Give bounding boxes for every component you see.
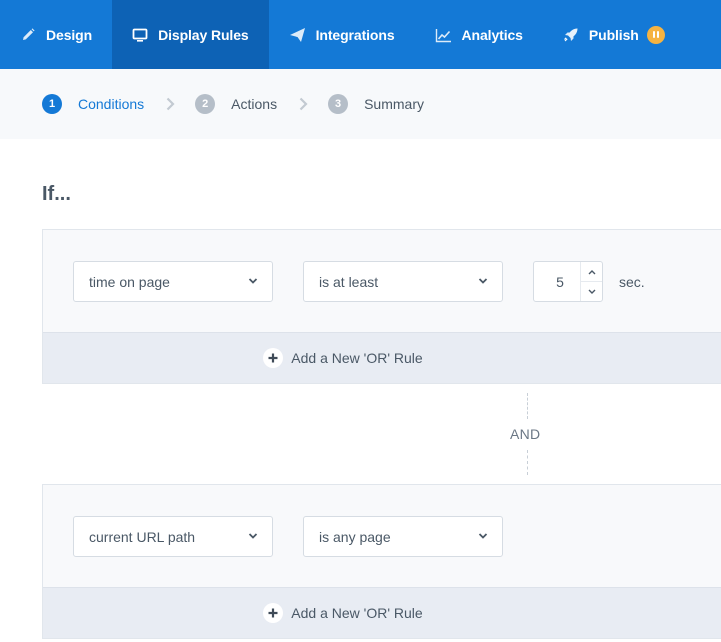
plus-icon — [263, 348, 284, 368]
nav-tab-publish[interactable]: Publish — [543, 0, 685, 69]
rocket-icon — [563, 28, 578, 41]
step-number: 2 — [195, 94, 216, 114]
number-value[interactable]: 5 — [534, 262, 580, 301]
line-chart-icon — [435, 28, 451, 42]
select-value: time on page — [89, 273, 170, 290]
nav-tab-label: Design — [46, 26, 93, 43]
add-or-rule-button[interactable]: Add a New 'OR' Rule — [43, 332, 721, 383]
step-label: Conditions — [78, 96, 145, 112]
monitor-icon — [132, 28, 148, 42]
add-or-rule-label: Add a New 'OR' Rule — [291, 350, 423, 366]
nav-tab-design[interactable]: Design — [0, 0, 112, 69]
nav-tab-analytics[interactable]: Analytics — [415, 0, 543, 69]
chevron-right-icon — [166, 97, 175, 111]
nav-tab-integrations[interactable]: Integrations — [269, 0, 415, 69]
step-summary[interactable]: 3 Summary — [328, 94, 424, 114]
chevron-down-icon — [478, 533, 488, 539]
rule-row: current URL path is any page — [43, 485, 721, 587]
chevron-right-icon — [299, 97, 308, 111]
add-or-rule-button[interactable]: Add a New 'OR' Rule — [43, 587, 721, 638]
number-spinner — [580, 262, 602, 301]
plus-icon — [263, 603, 284, 623]
condition-operator-select[interactable]: is any page — [303, 516, 503, 557]
unit-label: sec. — [619, 274, 645, 290]
chevron-down-icon — [248, 278, 258, 284]
chevron-down-icon — [478, 278, 488, 284]
connector-line — [527, 393, 528, 419]
select-value: is any page — [319, 528, 391, 545]
chevron-down-icon — [588, 289, 595, 294]
select-value: current URL path — [89, 528, 196, 545]
seconds-number-input[interactable]: 5 — [533, 261, 603, 302]
condition-field-select[interactable]: current URL path — [73, 516, 273, 557]
nav-tab-label: Integrations — [315, 26, 395, 43]
step-number: 3 — [328, 94, 349, 114]
step-progress: 1 Conditions 2 Actions 3 Summary — [0, 69, 721, 139]
and-label: AND — [510, 426, 541, 442]
step-conditions[interactable]: 1 Conditions — [42, 94, 144, 114]
pencil-icon — [23, 27, 35, 40]
step-label: Summary — [364, 96, 424, 112]
condition-operator-select[interactable]: is at least — [303, 261, 503, 302]
conditions-heading: If... — [42, 183, 71, 205]
condition-field-select[interactable]: time on page — [73, 261, 273, 302]
step-actions[interactable]: 2 Actions — [195, 94, 277, 114]
rule-group: current URL path is any page Add a New '… — [42, 484, 721, 639]
connector-line — [527, 450, 528, 475]
rule-group: time on page is at least 5 sec. Add a Ne… — [42, 229, 721, 384]
select-value: is at least — [319, 273, 379, 290]
nav-tab-label: Display Rules — [158, 26, 249, 43]
nav-tab-label: Analytics — [461, 26, 523, 43]
pause-icon[interactable] — [646, 25, 665, 44]
step-number: 1 — [42, 94, 62, 114]
chevron-down-icon — [248, 533, 258, 539]
step-label: Actions — [231, 96, 278, 112]
rule-row: time on page is at least 5 sec. — [43, 230, 721, 332]
paper-plane-icon — [289, 27, 305, 42]
nav-tab-label: Publish — [588, 26, 639, 43]
increment-button[interactable] — [581, 262, 602, 282]
decrement-button[interactable] — [581, 282, 602, 301]
top-navigation: Design Display Rules Integrations Analyt… — [0, 0, 721, 69]
nav-tab-display-rules[interactable]: Display Rules — [112, 0, 269, 69]
chevron-up-icon — [588, 269, 595, 274]
add-or-rule-label: Add a New 'OR' Rule — [291, 605, 423, 621]
